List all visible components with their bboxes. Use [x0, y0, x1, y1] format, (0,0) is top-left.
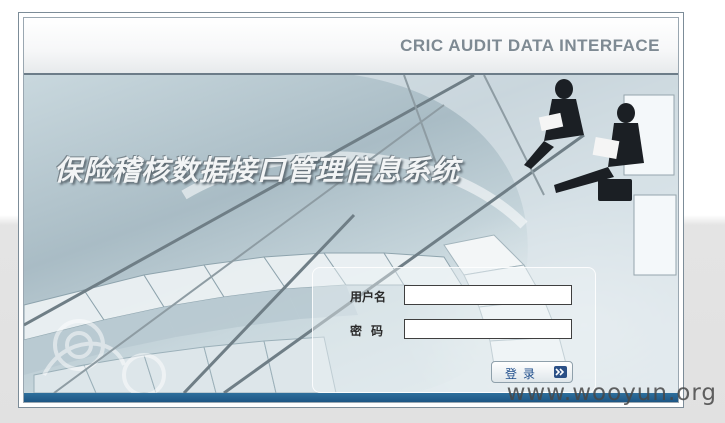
password-label: 密码 — [350, 324, 393, 338]
hero-banner: 保险稽核数据接口管理信息系统 用户名 密码 登录 — [24, 75, 678, 393]
password-input[interactable] — [404, 319, 572, 339]
login-window: CRIC AUDIT DATA INTERFACE 保险稽核数据接口管理信息系统… — [18, 12, 684, 408]
login-panel: 用户名 密码 登录 — [312, 267, 596, 393]
login-window-inner: CRIC AUDIT DATA INTERFACE 保险稽核数据接口管理信息系统… — [23, 17, 679, 403]
header-title: CRIC AUDIT DATA INTERFACE — [400, 36, 660, 55]
watermark: www.wooyun.org — [506, 380, 717, 406]
double-chevron-right-icon — [554, 366, 567, 378]
username-input[interactable] — [404, 285, 572, 305]
header-bar: CRIC AUDIT DATA INTERFACE — [24, 18, 678, 75]
system-title: 保险稽核数据接口管理信息系统 — [54, 154, 461, 187]
username-label: 用户名 — [350, 290, 387, 304]
